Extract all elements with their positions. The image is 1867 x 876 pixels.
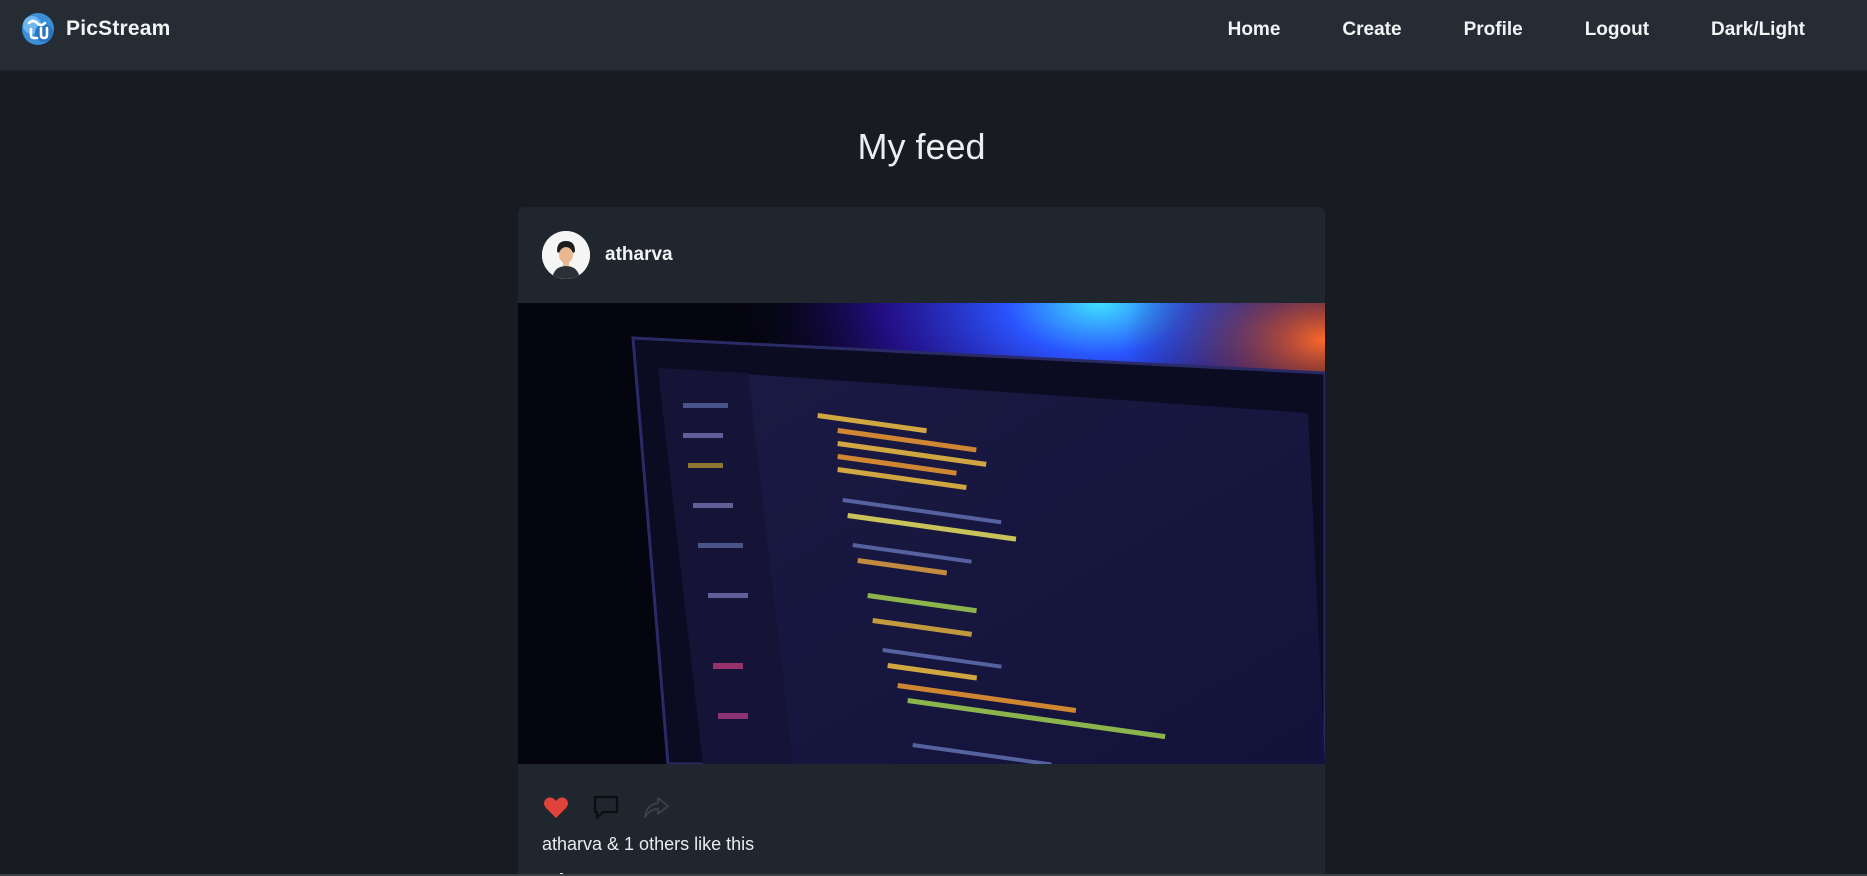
heart-icon[interactable]: [542, 793, 570, 821]
brand-name: PicStream: [66, 17, 171, 40]
nav-logout-link[interactable]: Logout: [1554, 19, 1680, 41]
post-image: [518, 303, 1325, 764]
user-avatar[interactable]: [542, 231, 590, 279]
theme-toggle-link[interactable]: Dark/Light: [1680, 19, 1867, 41]
nav-profile-link[interactable]: Profile: [1433, 19, 1554, 41]
likes-count-text: atharva & 1 others like this: [542, 834, 755, 854]
post-username[interactable]: atharva: [605, 244, 673, 266]
post-card: atharva atharva & 1 others like this: [518, 207, 1325, 876]
top-navbar: PicStream Home Create Profile Logout Dar…: [0, 0, 1867, 71]
share-icon[interactable]: [642, 793, 670, 821]
comment-icon[interactable]: [592, 793, 620, 821]
page-title: My feed: [857, 126, 986, 167]
brand-link[interactable]: PicStream: [20, 11, 171, 47]
nav-create-link[interactable]: Create: [1311, 19, 1432, 41]
post-actions: [518, 764, 1325, 840]
nav-home-link[interactable]: Home: [1197, 19, 1312, 41]
post-header: atharva: [518, 207, 1325, 303]
picstream-logo-icon: [22, 13, 54, 45]
nav-links: Home Create Profile Logout Dark/Light: [1197, 0, 1867, 60]
